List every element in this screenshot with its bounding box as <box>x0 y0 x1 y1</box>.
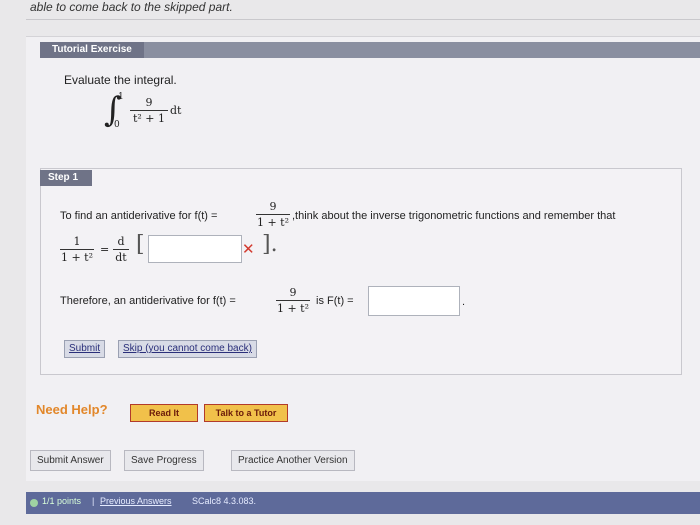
fraction-bar <box>113 249 129 250</box>
eq-left-denominator: 1 + t² <box>60 251 94 264</box>
integrand-numerator: 9 <box>145 96 153 109</box>
step-text-after: ,think about the inverse trigonometric f… <box>292 210 616 222</box>
therefore-after: is F(t) = <box>316 295 354 307</box>
therefore-text: Therefore, an antiderivative for f(t) = <box>60 295 236 307</box>
lower-limit: 0 <box>114 120 120 130</box>
integrand-denominator: t² + 1 <box>132 112 166 125</box>
step-fraction: 9 1 + t² <box>256 200 290 229</box>
eq-left-numerator: 1 <box>73 235 81 248</box>
step-fraction-numerator: 9 <box>269 200 277 213</box>
fraction-bar <box>130 110 168 111</box>
footer-separator: | <box>92 496 95 506</box>
therefore-numerator: 9 <box>289 286 297 299</box>
antiderivative-input[interactable] <box>148 235 242 263</box>
submit-button[interactable]: Submit <box>64 340 106 358</box>
save-progress-button[interactable]: Save Progress <box>124 450 204 471</box>
question-prompt: Evaluate the integral. <box>64 73 177 87</box>
submit-answer-button[interactable]: Submit Answer <box>30 450 111 471</box>
fraction-bar <box>256 214 290 215</box>
step-1-title: Step 1 <box>40 170 92 186</box>
step-fraction-denominator: 1 + t² <box>256 216 290 229</box>
talk-to-tutor-button[interactable]: Talk to a Tutor <box>204 404 288 422</box>
derivative-numerator: d <box>117 235 125 248</box>
therefore-fraction: 9 1 + t² <box>276 286 310 315</box>
period: . <box>462 296 466 308</box>
derivative-operator: d dt <box>113 235 129 264</box>
fraction-bar <box>276 300 310 301</box>
instruction-text: able to come back to the skipped part. <box>30 0 233 14</box>
integrand-fraction: 9 t² + 1 <box>130 96 168 125</box>
fraction-bar <box>60 249 94 250</box>
previous-answers-link[interactable]: Previous Answers <box>100 496 172 506</box>
practice-another-button[interactable]: Practice Another Version <box>231 450 355 471</box>
bracket-close: ]. <box>262 232 278 257</box>
tutorial-exercise-tab: Tutorial Exercise <box>40 42 144 58</box>
problem-code: SCalc8 4.3.083. <box>192 496 257 506</box>
divider <box>26 19 700 20</box>
derivative-denominator: dt <box>115 251 127 264</box>
differential: dt <box>170 104 182 117</box>
points-label: 1/1 points <box>42 496 82 506</box>
need-help-label: Need Help? <box>36 402 108 417</box>
upper-limit: 1 <box>118 92 124 102</box>
incorrect-icon: ✕ <box>242 241 255 258</box>
status-dot-icon <box>30 499 38 507</box>
skip-button[interactable]: Skip (you cannot come back) <box>118 340 257 358</box>
therefore-denominator: 1 + t² <box>276 302 310 315</box>
eq-equals: = <box>100 243 110 256</box>
read-it-button[interactable]: Read It <box>130 404 198 422</box>
eq-left-fraction: 1 1 + t² <box>60 235 94 264</box>
bracket-open: [ <box>136 232 145 257</box>
step-text-before: To find an antiderivative for f(t) = <box>60 210 218 222</box>
F-of-t-input[interactable] <box>368 286 460 316</box>
